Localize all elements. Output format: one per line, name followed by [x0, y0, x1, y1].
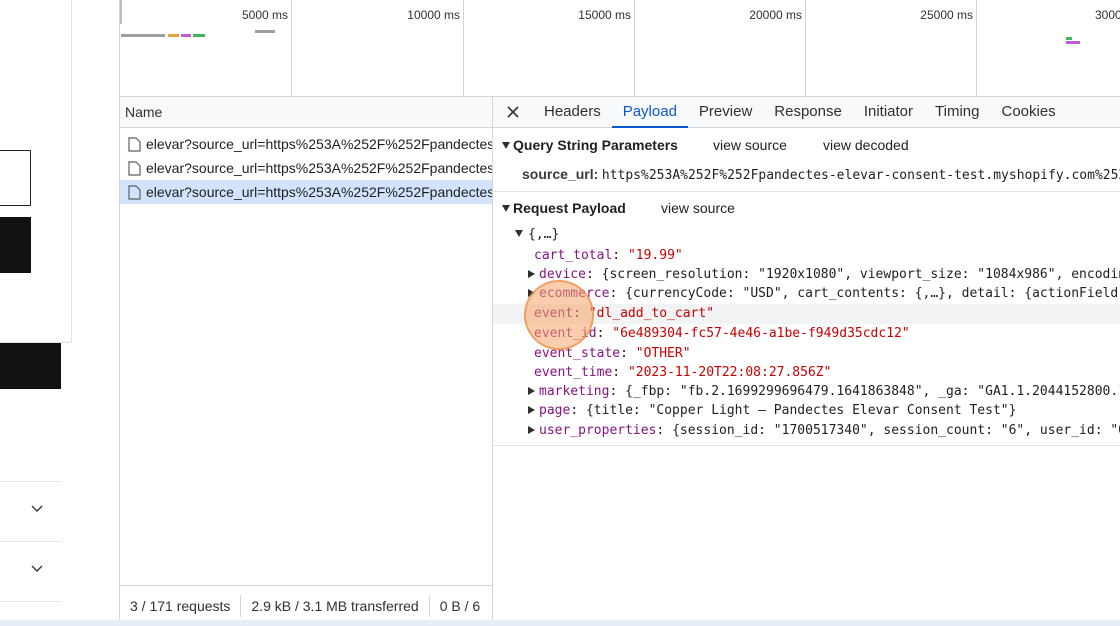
query-param-key: source_url: — [522, 166, 599, 182]
request-count: 3 / 171 requests — [130, 598, 231, 614]
request-name: elevar?source_url=https%253A%252F%252Fpa… — [146, 136, 492, 152]
timeline-overview[interactable]: 5000 ms 10000 ms 15000 ms 20000 ms 25000… — [120, 0, 1120, 97]
payload-line-device[interactable]: device: {screen_resolution: "1920x1080",… — [528, 267, 1120, 282]
timeline-tick: 25000 ms — [806, 0, 977, 96]
request-detail-pane: Headers Payload Preview Response Initiat… — [493, 97, 1120, 626]
tab-initiator[interactable]: Initiator — [853, 97, 924, 127]
tab-headers[interactable]: Headers — [533, 97, 612, 127]
query-param-row: source_url: https%253A%252F%252Fpandecte… — [522, 166, 1120, 183]
overview-bar — [121, 34, 165, 37]
product-card — [0, 0, 72, 343]
tick-label: 15000 ms — [578, 8, 631, 22]
request-payload-title: Request Payload — [513, 200, 626, 216]
tick-label: 5000 ms — [241, 8, 288, 22]
payload-line-cart-total: cart_total: "19.99" — [534, 248, 683, 263]
query-view-source-link[interactable]: view source — [713, 137, 787, 153]
transferred-size: 2.9 kB / 3.1 MB transferred — [251, 598, 419, 614]
detail-tabbar: Headers Payload Preview Response Initiat… — [493, 97, 1120, 128]
overview-bar — [168, 34, 179, 37]
payload-line-page[interactable]: page: {title: "Copper Light – Pandectes … — [528, 403, 1016, 418]
chevron-down-icon — [31, 505, 43, 512]
payload-line-event-time: event_time: "2023-11-20T22:08:27.856Z" — [534, 365, 832, 380]
tick-label: 20000 ms — [749, 8, 802, 22]
request-name: elevar?source_url=https%253A%252F%252Fpa… — [146, 184, 492, 200]
tab-cookies[interactable]: Cookies — [990, 97, 1066, 127]
tick-label: 3000 — [1095, 8, 1120, 22]
payload-view-source-link[interactable]: view source — [661, 200, 735, 216]
payload-line-ecommerce[interactable]: ecommerce: {currencyCode: "USD", cart_co… — [528, 286, 1120, 301]
close-icon[interactable] — [493, 97, 533, 127]
query-param-value: https%253A%252F%252Fpandectes-elevar-con… — [601, 168, 1120, 183]
name-column-header[interactable]: Name — [120, 97, 492, 128]
resources-size: 0 B / 6 — [439, 598, 481, 614]
expand-triangle-icon — [528, 270, 535, 278]
timeline-tick: 5000 ms — [120, 0, 292, 96]
collapse-triangle-icon — [502, 142, 510, 149]
request-name: elevar?source_url=https%253A%252F%252Fpa… — [146, 160, 492, 176]
overview-bar — [1066, 37, 1072, 40]
click-indicator — [524, 280, 594, 350]
tick-label: 25000 ms — [920, 8, 973, 22]
overview-bar — [1066, 41, 1080, 44]
request-row[interactable]: elevar?source_url=https%253A%252F%252Fpa… — [120, 132, 492, 156]
tab-response[interactable]: Response — [763, 97, 853, 127]
overview-bar — [193, 34, 205, 37]
add-to-cart-button[interactable] — [0, 217, 31, 273]
request-list: Name elevar?source_url=https%253A%252F%2… — [120, 97, 493, 626]
collapse-triangle-icon — [502, 205, 510, 212]
tab-preview[interactable]: Preview — [688, 97, 763, 127]
timeline-tick: 3000 — [977, 0, 1120, 96]
file-icon — [128, 161, 141, 176]
payload-root-toggle[interactable]: {,…} — [515, 227, 559, 242]
quantity-input[interactable] — [0, 150, 31, 206]
request-row-selected[interactable]: elevar?source_url=https%253A%252F%252Fpa… — [120, 180, 492, 204]
tab-payload[interactable]: Payload — [611, 97, 689, 128]
chevron-down-icon — [31, 565, 43, 572]
tab-timing[interactable]: Timing — [924, 97, 990, 127]
query-view-decoded-link[interactable]: view decoded — [823, 137, 909, 153]
request-row[interactable]: elevar?source_url=https%253A%252F%252Fpa… — [120, 156, 492, 180]
devtools-network-panel: 5000 ms 10000 ms 15000 ms 20000 ms 25000… — [119, 0, 1120, 626]
checkout-button[interactable] — [0, 343, 61, 389]
file-icon — [128, 137, 141, 152]
expand-triangle-icon — [528, 387, 535, 395]
file-icon — [128, 185, 141, 200]
expand-triangle-icon — [528, 426, 535, 434]
section-divider — [493, 445, 1120, 446]
accordion-item-1[interactable] — [0, 481, 61, 541]
tick-label: 10000 ms — [407, 8, 460, 22]
page-content — [0, 0, 120, 626]
timeline-tick: 20000 ms — [635, 0, 806, 96]
section-divider — [493, 191, 1120, 192]
request-payload-section-toggle[interactable]: Request Payload — [502, 200, 626, 216]
timeline-tick: 15000 ms — [464, 0, 635, 96]
bottom-scroll-strip — [0, 620, 1120, 626]
overview-bar — [255, 30, 275, 33]
expand-triangle-icon — [515, 230, 523, 237]
timeline-tick: 10000 ms — [292, 0, 464, 96]
overview-bar — [181, 34, 191, 37]
payload-line-user-properties[interactable]: user_properties: {session_id: "170051734… — [528, 423, 1120, 438]
accordion-item-2[interactable] — [0, 541, 61, 602]
query-string-title: Query String Parameters — [513, 137, 678, 153]
query-string-section-toggle[interactable]: Query String Parameters — [502, 137, 678, 153]
expand-triangle-icon — [528, 406, 535, 414]
payload-line-marketing[interactable]: marketing: {_fbp: "fb.2.1699299696479.16… — [528, 384, 1120, 399]
